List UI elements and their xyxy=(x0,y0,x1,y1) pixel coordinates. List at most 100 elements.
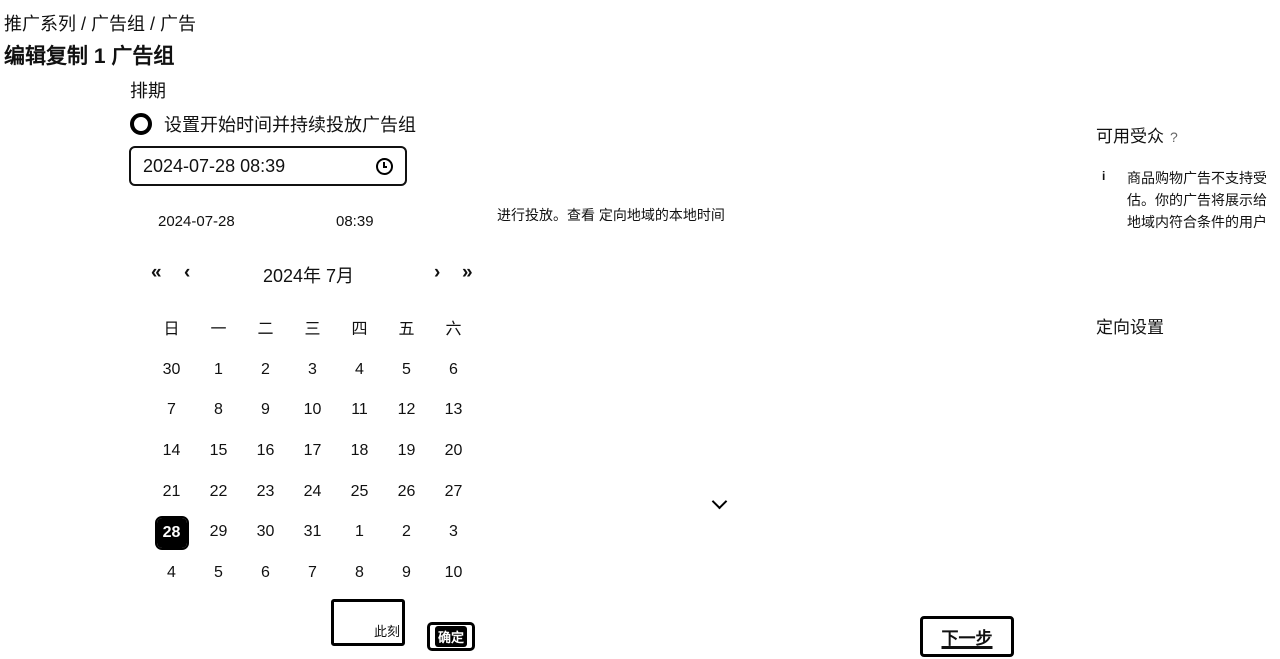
calendar-week-row: 30 1 2 3 4 5 6 xyxy=(148,360,477,401)
calendar-day-label: 18 xyxy=(350,442,369,459)
calendar-day[interactable]: 31 xyxy=(289,522,336,563)
calendar-day[interactable]: 8 xyxy=(336,563,383,604)
calendar-day-label: 28 xyxy=(154,516,189,550)
calendar-day[interactable]: 16 xyxy=(242,441,289,482)
calendar-day[interactable]: 24 xyxy=(289,482,336,523)
prev-year-button[interactable]: « xyxy=(151,262,162,284)
calendar-day-label: 3 xyxy=(308,361,317,378)
calendar-day-label: 20 xyxy=(444,442,463,459)
calendar-day[interactable]: 11 xyxy=(336,400,383,441)
next-month-button[interactable]: › xyxy=(434,262,440,284)
calendar-day-label: 30 xyxy=(162,361,181,378)
weekday-label: 五 xyxy=(398,321,415,338)
calendar-day[interactable]: 9 xyxy=(242,400,289,441)
calendar-day[interactable]: 19 xyxy=(383,441,430,482)
now-button[interactable]: 此刻 xyxy=(331,599,405,646)
timezone-notice: 进行投放。查看 定向地域的本地时间 xyxy=(497,207,725,223)
radio-selected-icon[interactable] xyxy=(130,113,152,135)
calendar-day[interactable]: 4 xyxy=(148,563,195,604)
calendar-day-label: 5 xyxy=(402,361,411,378)
calendar-day[interactable]: 7 xyxy=(148,400,195,441)
calendar-day[interactable]: 20 xyxy=(430,441,477,482)
next-step-button[interactable]: 下一步 xyxy=(920,616,1014,657)
calendar-day[interactable]: 9 xyxy=(383,563,430,604)
audience-info-text: 商品购物广告不支持受 估。你的广告将展示给 地域内符合条件的用户 xyxy=(1127,167,1267,233)
calendar-day-label: 29 xyxy=(209,523,228,540)
audience-title-text: 可用受众 xyxy=(1096,127,1164,146)
calendar-day[interactable]: 3 xyxy=(289,360,336,401)
calendar-day[interactable]: 7 xyxy=(289,563,336,604)
calendar-day[interactable]: 21 xyxy=(148,482,195,523)
weekday-label: 二 xyxy=(257,321,274,338)
calendar-week-row: 14 15 16 17 18 19 20 xyxy=(148,441,477,482)
calendar-week-row: 28 29 30 31 1 2 3 xyxy=(148,516,477,563)
calendar-day[interactable]: 15 xyxy=(195,441,242,482)
calendar-day[interactable]: 22 xyxy=(195,482,242,523)
calendar-day[interactable]: 10 xyxy=(430,563,477,604)
calendar-day[interactable]: 14 xyxy=(148,441,195,482)
calendar-day[interactable]: 10 xyxy=(289,400,336,441)
info-line: 估。你的广告将展示给 xyxy=(1127,192,1267,208)
calendar-day[interactable]: 18 xyxy=(336,441,383,482)
calendar-day[interactable]: 13 xyxy=(430,400,477,441)
calendar-day[interactable]: 30 xyxy=(148,360,195,401)
calendar-day[interactable]: 12 xyxy=(383,400,430,441)
start-datetime-input[interactable]: 2024-07-28 08:39 xyxy=(129,146,407,186)
calendar-day[interactable]: 3 xyxy=(430,522,477,563)
calendar-day-label: 2 xyxy=(402,523,411,540)
schedule-section-title: 排期 xyxy=(130,81,166,101)
calendar-day[interactable]: 26 xyxy=(383,482,430,523)
calendar-day[interactable]: 8 xyxy=(195,400,242,441)
calendar-day[interactable]: 17 xyxy=(289,441,336,482)
calendar-day[interactable]: 5 xyxy=(383,360,430,401)
calendar-day-label: 10 xyxy=(444,564,463,581)
calendar-weekday-header: 日 一 二 三 四 五 六 xyxy=(148,315,477,339)
calendar-day-label: 7 xyxy=(167,401,176,418)
weekday-label: 三 xyxy=(304,321,321,338)
calendar-day-label: 21 xyxy=(162,483,181,500)
calendar-day[interactable]: 6 xyxy=(430,360,477,401)
calendar-day[interactable]: 4 xyxy=(336,360,383,401)
help-icon[interactable]: ? xyxy=(1170,129,1178,145)
start-datetime-value: 2024-07-28 08:39 xyxy=(143,155,286,176)
calendar-day-label: 16 xyxy=(256,442,275,459)
calendar-day[interactable]: 27 xyxy=(430,482,477,523)
calendar-day-label: 17 xyxy=(303,442,322,459)
calendar-day[interactable]: 6 xyxy=(242,563,289,604)
calendar-week-row: 7 8 9 10 11 12 13 xyxy=(148,400,477,441)
calendar-day-label: 14 xyxy=(162,442,181,459)
breadcrumb[interactable]: 推广系列 / 广告组 / 广告 xyxy=(4,10,196,36)
next-year-button[interactable]: » xyxy=(462,262,473,284)
calendar-day[interactable]: 25 xyxy=(336,482,383,523)
calendar-day[interactable]: 30 xyxy=(242,522,289,563)
prev-month-button[interactable]: ‹ xyxy=(184,262,190,284)
calendar-day[interactable]: 5 xyxy=(195,563,242,604)
calendar-day-label: 31 xyxy=(303,523,322,540)
calendar-day[interactable]: 29 xyxy=(195,522,242,563)
calendar-day-label: 8 xyxy=(355,564,364,581)
calendar-day-selected[interactable]: 28 xyxy=(148,516,195,563)
weekday-label: 一 xyxy=(210,321,227,338)
calendar-day[interactable]: 1 xyxy=(336,522,383,563)
calendar-day[interactable]: 2 xyxy=(242,360,289,401)
calendar-day-label: 6 xyxy=(261,564,270,581)
calendar-month-label[interactable]: 2024年 7月 xyxy=(263,262,354,288)
calendar-day[interactable]: 23 xyxy=(242,482,289,523)
clock-icon xyxy=(376,157,393,175)
audience-title: 可用受众? xyxy=(1096,122,1178,147)
calendar-day-label: 9 xyxy=(402,564,411,581)
calendar-day-label: 4 xyxy=(355,361,364,378)
calendar-day-label: 27 xyxy=(444,483,463,500)
calendar-day-label: 15 xyxy=(209,442,228,459)
calendar-day-label: 26 xyxy=(397,483,416,500)
chevron-down-icon[interactable] xyxy=(711,493,728,510)
picker-time-tab[interactable]: 08:39 xyxy=(336,213,374,230)
start-time-radio-option[interactable]: 设置开始时间并持续投放广告组 xyxy=(130,111,416,137)
calendar-day[interactable]: 1 xyxy=(195,360,242,401)
calendar-day-label: 30 xyxy=(256,523,275,540)
confirm-button[interactable]: 确定 xyxy=(427,622,475,651)
calendar-day-label: 11 xyxy=(351,401,368,418)
picker-date-tab[interactable]: 2024-07-28 xyxy=(158,213,235,230)
calendar-day-label: 12 xyxy=(397,401,416,418)
calendar-day[interactable]: 2 xyxy=(383,522,430,563)
